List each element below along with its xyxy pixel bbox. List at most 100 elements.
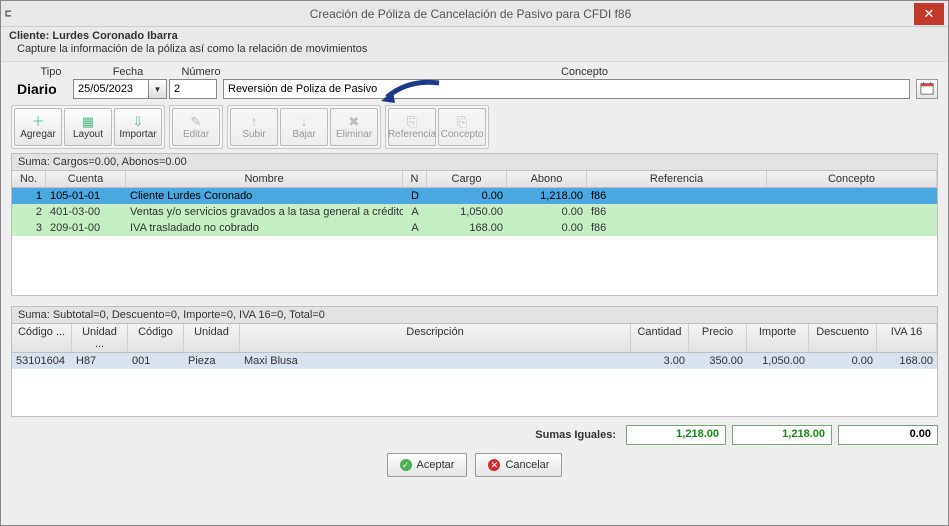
- cell-cargo: 1,050.00: [427, 206, 507, 218]
- cell-codigo-sat: 53101604: [12, 355, 72, 367]
- delete-icon: ✖: [349, 115, 360, 128]
- col-cantidad[interactable]: Cantidad: [631, 324, 689, 352]
- movements-grid[interactable]: No. Cuenta Nombre N Cargo Abono Referenc…: [11, 170, 938, 296]
- col-descripcion[interactable]: Descripción: [240, 324, 631, 352]
- fecha-dropdown-button[interactable]: ▼: [149, 79, 167, 99]
- numero-input[interactable]: [169, 79, 217, 99]
- titlebar: ⊏ Creación de Póliza de Cancelación de P…: [1, 1, 948, 27]
- col-iva16[interactable]: IVA 16: [877, 324, 937, 352]
- cell-codigo: 001: [128, 355, 184, 367]
- referencia-label: Referencia: [388, 129, 436, 140]
- cell-n: A: [403, 206, 427, 218]
- importar-button[interactable]: ⇩ Importar: [114, 108, 162, 146]
- col-n[interactable]: N: [403, 171, 427, 187]
- cell-ref: f86: [587, 190, 767, 202]
- label-concepto: Concepto: [227, 66, 938, 78]
- close-button[interactable]: ✕: [914, 3, 944, 25]
- col-unidad[interactable]: Unidad: [184, 324, 240, 352]
- label-numero: Número: [175, 66, 227, 78]
- cell-ref: f86: [587, 222, 767, 234]
- import-icon: ⇩: [133, 115, 144, 128]
- cell-cantidad: 3.00: [631, 355, 689, 367]
- layout-label: Layout: [73, 129, 103, 140]
- col-cuenta[interactable]: Cuenta: [46, 171, 126, 187]
- client-bar: Cliente: Lurdes Coronado Ibarra: [1, 27, 948, 43]
- col-codigo[interactable]: Código: [128, 324, 184, 352]
- details-grid[interactable]: Código ... Unidad ... Código Unidad Desc…: [11, 323, 938, 417]
- client-name: Lurdes Coronado Ibarra: [52, 30, 177, 42]
- details-summary: Suma: Subtotal=0, Descuento=0, Importe=0…: [11, 306, 938, 323]
- client-prefix: Cliente:: [9, 30, 52, 42]
- movements-header: No. Cuenta Nombre N Cargo Abono Referenc…: [12, 171, 937, 188]
- col-precio[interactable]: Precio: [689, 324, 747, 352]
- bajar-button: ↓ Bajar: [280, 108, 328, 146]
- total-abono: 1,218.00: [732, 425, 832, 445]
- cell-descripcion: Maxi Blusa: [240, 355, 631, 367]
- cell-descuento: 0.00: [809, 355, 877, 367]
- down-icon: ↓: [301, 115, 308, 128]
- bajar-label: Bajar: [292, 129, 315, 140]
- col-descuento[interactable]: Descuento: [809, 324, 877, 352]
- x-icon: ✕: [488, 459, 500, 471]
- check-icon: ✓: [400, 459, 412, 471]
- cell-nombre: Ventas y/o servicios gravados a la tasa …: [126, 206, 403, 218]
- cell-no: 1: [12, 190, 46, 202]
- table-row[interactable]: 1 105-01-01 Cliente Lurdes Coronado D 0.…: [12, 188, 937, 204]
- col-referencia[interactable]: Referencia: [587, 171, 767, 187]
- col-nombre[interactable]: Nombre: [126, 171, 403, 187]
- concepto-input[interactable]: [223, 79, 910, 99]
- cell-no: 2: [12, 206, 46, 218]
- dialog-body: Tipo Fecha Número Concepto Diario ▼ ＋: [1, 61, 948, 525]
- cell-cargo: 0.00: [427, 190, 507, 202]
- layout-button[interactable]: ▦ Layout: [64, 108, 112, 146]
- cell-cuenta: 209-01-00: [46, 222, 126, 234]
- cell-precio: 350.00: [689, 355, 747, 367]
- referencia-button: ⎘ Referencia: [388, 108, 436, 146]
- label-tipo: Tipo: [21, 66, 81, 78]
- layout-icon: ▦: [82, 115, 94, 128]
- date-wrap: ▼: [73, 79, 167, 99]
- eliminar-label: Eliminar: [336, 129, 372, 140]
- col-importe[interactable]: Importe: [747, 324, 809, 352]
- total-cargo: 1,218.00: [626, 425, 726, 445]
- app-icon: ⊏: [5, 6, 21, 22]
- cancelar-button[interactable]: ✕ Cancelar: [475, 453, 562, 477]
- importar-label: Importar: [119, 129, 156, 140]
- cell-abono: 1,218.00: [507, 190, 587, 202]
- table-row[interactable]: 53101604 H87 001 Pieza Maxi Blusa 3.00 3…: [12, 353, 937, 369]
- details-header: Código ... Unidad ... Código Unidad Desc…: [12, 324, 937, 353]
- instruction-text: Capture la información de la póliza así …: [1, 43, 948, 61]
- col-no[interactable]: No.: [12, 171, 46, 187]
- edit-icon: ✎: [191, 115, 202, 128]
- fecha-input[interactable]: [73, 79, 149, 99]
- editar-label: Editar: [183, 129, 209, 140]
- cell-nombre: Cliente Lurdes Coronado: [126, 190, 403, 202]
- col-concepto[interactable]: Concepto: [767, 171, 937, 187]
- movements-summary: Suma: Cargos=0.00, Abonos=0.00: [11, 153, 938, 170]
- movements-summary-text: Suma: Cargos=0.00, Abonos=0.00: [18, 156, 187, 168]
- col-abono[interactable]: Abono: [507, 171, 587, 187]
- table-row[interactable]: 3 209-01-00 IVA trasladado no cobrado A …: [12, 220, 937, 236]
- agregar-label: Agregar: [20, 129, 56, 140]
- col-unidad-sat[interactable]: Unidad ...: [72, 324, 128, 352]
- tipo-value: Diario: [11, 81, 71, 97]
- form-labels: Tipo Fecha Número Concepto: [11, 66, 938, 78]
- cell-unidad: Pieza: [184, 355, 240, 367]
- cell-nombre: IVA trasladado no cobrado: [126, 222, 403, 234]
- col-cargo[interactable]: Cargo: [427, 171, 507, 187]
- editar-button: ✎ Editar: [172, 108, 220, 146]
- col-codigo-sat[interactable]: Código ...: [12, 324, 72, 352]
- agregar-button[interactable]: ＋ Agregar: [14, 108, 62, 146]
- plus-icon: ＋: [31, 115, 44, 128]
- cell-cuenta: 401-03-00: [46, 206, 126, 218]
- details-summary-text: Suma: Subtotal=0, Descuento=0, Importe=0…: [18, 309, 325, 321]
- aceptar-button[interactable]: ✓ Aceptar: [387, 453, 468, 477]
- cell-abono: 0.00: [507, 206, 587, 218]
- cell-cargo: 168.00: [427, 222, 507, 234]
- subir-button: ↑ Subir: [230, 108, 278, 146]
- calendar-button[interactable]: [916, 79, 938, 99]
- toolbar: ＋ Agregar ▦ Layout ⇩ Importar ✎ Editar: [11, 105, 938, 149]
- total-dif: 0.00: [838, 425, 938, 445]
- table-row[interactable]: 2 401-03-00 Ventas y/o servicios gravado…: [12, 204, 937, 220]
- label-fecha: Fecha: [81, 66, 175, 78]
